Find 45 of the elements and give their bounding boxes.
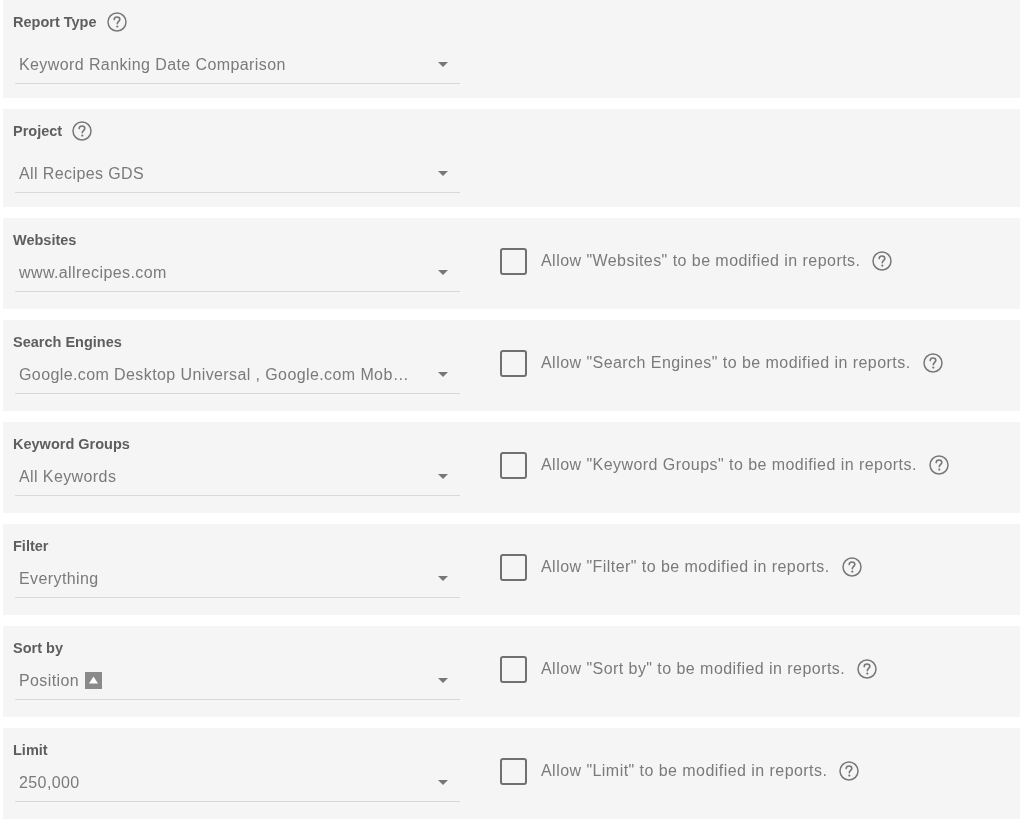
field-label: Search Engines bbox=[13, 333, 122, 352]
checkbox-label: Allow "Search Engines" to be modified in reports. bbox=[541, 353, 911, 373]
checkbox-label: Allow "Keyword Groups" to be modified in reports. bbox=[541, 455, 917, 475]
checkbox-label: Allow "Filter" to be modified in reports. bbox=[541, 557, 830, 577]
caret-icon bbox=[438, 270, 448, 275]
dropdown-field[interactable]: Everything bbox=[15, 560, 460, 598]
dropdown-field[interactable]: Position bbox=[15, 662, 460, 700]
checkbox[interactable] bbox=[500, 655, 527, 683]
help-icon[interactable] bbox=[72, 121, 93, 141]
dropdown-field[interactable]: www.allrecipes.com bbox=[15, 254, 460, 292]
field-label: Project bbox=[13, 122, 63, 141]
help-icon[interactable] bbox=[922, 353, 943, 373]
caret-icon bbox=[438, 780, 448, 785]
checkbox-label: Allow "Limit" to be modified in reports. bbox=[541, 761, 828, 781]
help-icon[interactable] bbox=[857, 659, 878, 679]
caret-icon bbox=[438, 678, 448, 683]
caret-icon bbox=[438, 576, 448, 581]
help-icon[interactable] bbox=[872, 251, 893, 271]
checkbox[interactable] bbox=[500, 349, 527, 377]
field-label: Sort by bbox=[13, 639, 63, 658]
dropdown-field[interactable]: All Recipes GDS bbox=[15, 155, 460, 193]
dropdown-field[interactable]: Google.com Desktop Universal , Google.com Mob… bbox=[15, 356, 460, 394]
checkbox[interactable] bbox=[500, 451, 527, 479]
checkbox[interactable] bbox=[500, 757, 527, 785]
checkbox-label: Allow "Websites" to be modified in reports. bbox=[541, 251, 861, 271]
caret-icon bbox=[438, 474, 448, 479]
field-label: Filter bbox=[13, 537, 49, 556]
caret-icon bbox=[438, 171, 448, 176]
checkbox-label: Allow "Sort by" to be modified in reports. bbox=[541, 659, 846, 679]
help-icon[interactable] bbox=[106, 12, 127, 32]
caret-icon bbox=[438, 62, 448, 67]
checkbox[interactable] bbox=[500, 553, 527, 581]
help-icon[interactable] bbox=[928, 455, 949, 475]
dropdown-field[interactable]: 250,000 bbox=[15, 764, 460, 802]
field-label: Keyword Groups bbox=[13, 435, 130, 454]
sort-ascending-icon[interactable] bbox=[85, 672, 103, 689]
field-label: Websites bbox=[13, 231, 77, 250]
dropdown-field[interactable]: Keyword Ranking Date Comparison bbox=[15, 46, 460, 84]
help-icon[interactable] bbox=[839, 761, 860, 781]
caret-icon bbox=[438, 372, 448, 377]
dropdown-field[interactable]: All Keywords bbox=[15, 458, 460, 496]
field-label: Report Type bbox=[13, 13, 97, 32]
checkbox[interactable] bbox=[500, 247, 527, 275]
help-icon[interactable] bbox=[841, 557, 862, 577]
field-label: Limit bbox=[13, 741, 48, 760]
